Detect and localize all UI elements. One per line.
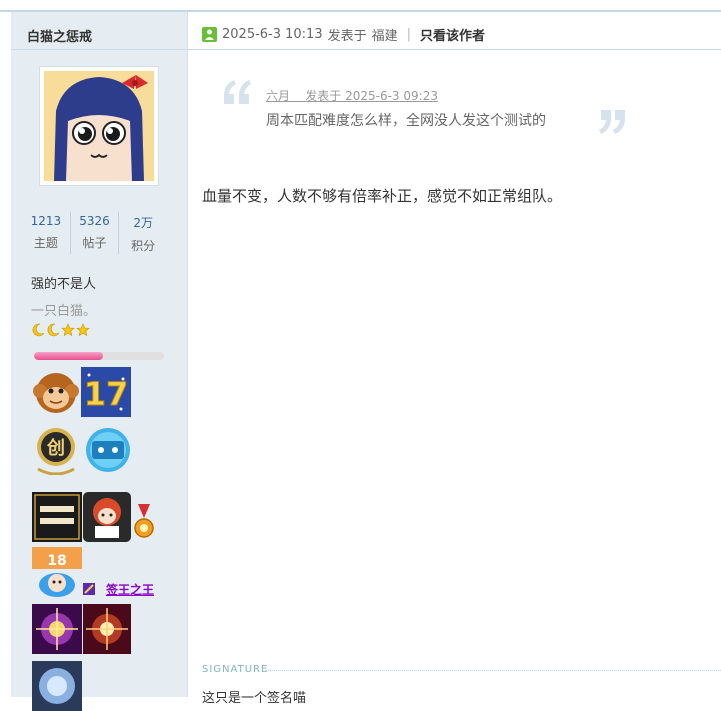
- medal-label[interactable]: 签王之王: [106, 581, 154, 598]
- author-name-link[interactable]: 白猫之惩戒: [27, 26, 92, 45]
- creator-medal-icon[interactable]: 创: [32, 425, 80, 475]
- redhead-girl-medal-icon[interactable]: [83, 492, 131, 542]
- avatar[interactable]: [39, 66, 159, 186]
- quote-date: 发表于 2025-6-3 09:23: [305, 89, 438, 103]
- burst-medal-icon[interactable]: [83, 604, 131, 654]
- author-stats: 1213 主题 5326 帖子 2万 积分: [22, 212, 167, 254]
- quote-text: 周本匹配难度怎么样，全网没人发这个测试的: [266, 113, 546, 129]
- stat-posts[interactable]: 5326 帖子: [69, 212, 119, 254]
- quote-close-icon: [599, 110, 625, 134]
- moon-icon: [47, 323, 60, 337]
- post-location: 福建: [371, 28, 398, 44]
- posted-in-label: 发表于: [327, 28, 367, 44]
- stat-points[interactable]: 2万 积分: [118, 212, 167, 254]
- anniversary-17-medal-icon[interactable]: 17: [81, 367, 131, 417]
- post-timestamp: 2025-6-3 10:13: [222, 26, 323, 42]
- level-progress-fill: [34, 352, 103, 360]
- quote-author: 六月: [266, 89, 291, 103]
- crystal-medal-icon[interactable]: [32, 661, 82, 711]
- quote-meta-link[interactable]: 六月 发表于 2025-6-3 09:23: [266, 87, 438, 104]
- sign-king-icon: [83, 583, 95, 595]
- star-icon: [61, 323, 75, 337]
- not-convinced-medal-icon[interactable]: [84, 425, 132, 475]
- karma-medal-icon[interactable]: [32, 492, 82, 542]
- quote-open-icon: [224, 80, 251, 104]
- author-only-link[interactable]: 只看该作者: [420, 25, 485, 44]
- age-18-medal-icon[interactable]: 18: [32, 547, 82, 597]
- level-stars: [31, 323, 90, 337]
- svg-text:创: 创: [46, 437, 65, 459]
- star-icon: [76, 323, 90, 337]
- user-online-icon: [202, 26, 217, 42]
- post-header: 2025-6-3 10:13 发表于 福建 | 只看该作者: [202, 24, 485, 44]
- header-divider: [188, 49, 721, 50]
- ribbon-medal-icon[interactable]: [133, 504, 155, 542]
- svg-text:18: 18: [47, 553, 66, 569]
- svg-text:17: 17: [84, 375, 129, 413]
- monkey-medal-icon[interactable]: [32, 367, 80, 417]
- sparkle-medal-icon[interactable]: [32, 604, 82, 654]
- user-rank: 强的不是人: [31, 277, 97, 292]
- divider: [11, 49, 187, 50]
- author-sidebar: 白猫之惩戒 1213 主题 5326 帖子 2万 积分 强的不是人 一只白猫。 …: [11, 12, 188, 711]
- moon-icon: [32, 323, 45, 337]
- user-title: 一只白猫。: [31, 304, 97, 319]
- header-separator: |: [406, 26, 412, 42]
- signature-divider: [265, 670, 721, 671]
- signature-label: SIGNATURE: [202, 664, 269, 675]
- level-progress-bar: [34, 352, 164, 360]
- stat-threads[interactable]: 1213 主题: [22, 212, 70, 254]
- avatar-image: [44, 71, 154, 181]
- post-message: 血量不变，人数不够有倍率补正，感觉不如正常组队。: [202, 187, 563, 205]
